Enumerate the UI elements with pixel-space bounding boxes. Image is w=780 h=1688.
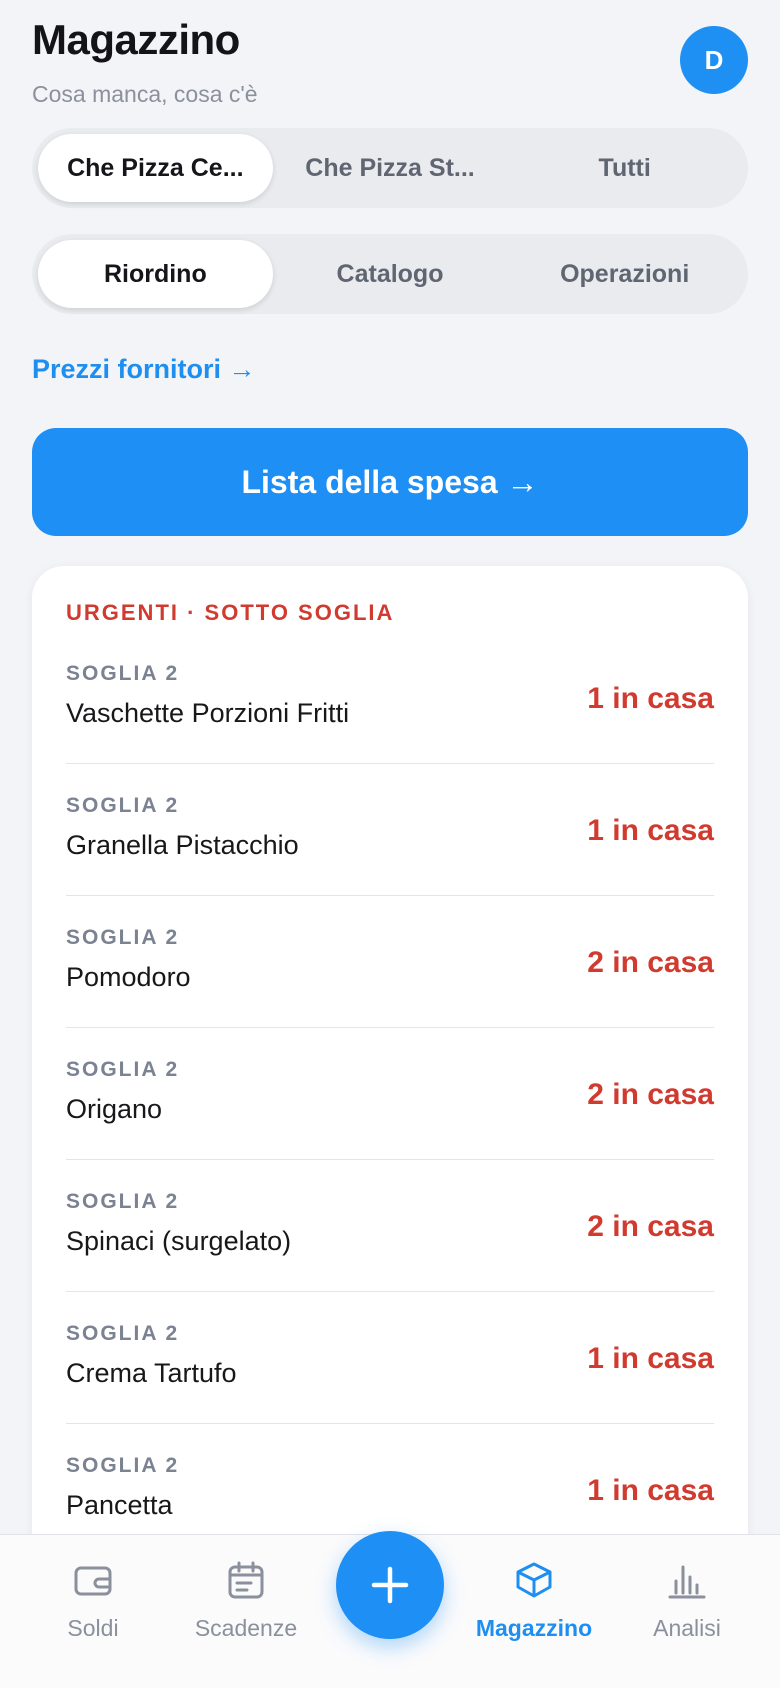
item-name: Crema Tartufo — [66, 1358, 237, 1388]
item-threshold: SOGLIA 2 — [66, 1190, 180, 1213]
tab-store-tutti[interactable]: Tutti — [507, 134, 742, 202]
shopping-list-button[interactable]: Lista della spesa → — [32, 428, 748, 536]
wallet-icon — [74, 1566, 112, 1596]
tab-store-che-pizza-st[interactable]: Che Pizza St... — [273, 134, 508, 202]
item-stock: 2 in casa — [587, 1078, 714, 1111]
store-selector: Che Pizza Ce... Che Pizza St... Tutti — [32, 128, 748, 208]
tab-scadenze[interactable]: Scadenze — [181, 1559, 311, 1642]
item-stock: 1 in casa — [587, 1342, 714, 1375]
urgent-heading: URGENTI · SOTTO SOGLIA — [66, 600, 395, 625]
calendar-icon — [228, 1561, 264, 1599]
item-name: Pomodoro — [66, 962, 191, 992]
item-name: Granella Pistacchio — [66, 830, 299, 860]
add-button[interactable] — [336, 1531, 444, 1639]
page-subtitle: Cosa manca, cosa c'è — [32, 81, 258, 107]
tab-analisi[interactable]: Analisi — [622, 1559, 752, 1642]
urgent-list: SOGLIA 2 Vaschette Porzioni Fritti 1 in … — [66, 632, 714, 1556]
item-threshold: SOGLIA 2 — [66, 794, 180, 817]
tab-magazzino[interactable]: Magazzino — [469, 1559, 599, 1642]
box-icon — [516, 1562, 552, 1598]
item-threshold: SOGLIA 2 — [66, 926, 180, 949]
list-item[interactable]: SOGLIA 2 Spinaci (surgelato) 2 in casa — [66, 1160, 714, 1292]
item-name: Spinaci (surgelato) — [66, 1226, 292, 1256]
list-item[interactable]: SOGLIA 2 Granella Pistacchio 1 in casa — [66, 764, 714, 896]
item-name: Origano — [66, 1094, 163, 1124]
item-threshold: SOGLIA 2 — [66, 1322, 180, 1345]
item-stock: 2 in casa — [587, 946, 714, 979]
list-item[interactable]: SOGLIA 2 Origano 2 in casa — [66, 1028, 714, 1160]
item-stock: 1 in casa — [587, 814, 714, 847]
tab-magazzino-label: Magazzino — [475, 1615, 593, 1641]
supplier-prices-link[interactable]: Prezzi fornitori → — [32, 354, 256, 385]
item-stock: 1 in casa — [587, 682, 714, 715]
tab-riordino[interactable]: Riordino — [38, 240, 273, 308]
item-stock: 2 in casa — [587, 1210, 714, 1243]
bar-chart-icon — [668, 1565, 706, 1599]
tab-store-che-pizza-ce[interactable]: Che Pizza Ce... — [38, 134, 273, 202]
item-stock: 1 in casa — [587, 1474, 714, 1507]
item-name: Vaschette Porzioni Fritti — [66, 698, 350, 728]
urgent-card: URGENTI · SOTTO SOGLIA SOGLIA 2 Vaschett… — [32, 566, 748, 1688]
header: Magazzino Cosa manca, cosa c'è D — [32, 14, 748, 114]
page-title: Magazzino — [32, 16, 240, 63]
tab-analisi-label: Analisi — [653, 1615, 721, 1641]
list-item[interactable]: SOGLIA 2 Crema Tartufo 1 in casa — [66, 1292, 714, 1424]
item-threshold: SOGLIA 2 — [66, 1058, 180, 1081]
magazzino-screen: Magazzino Cosa manca, cosa c'è D Che Piz… — [0, 0, 780, 1688]
plus-icon — [371, 1566, 409, 1604]
tab-operazioni[interactable]: Operazioni — [507, 240, 742, 308]
item-threshold: SOGLIA 2 — [66, 662, 180, 685]
list-item[interactable]: SOGLIA 2 Vaschette Porzioni Fritti 1 in … — [66, 632, 714, 764]
tab-scadenze-label: Scadenze — [194, 1615, 298, 1641]
tab-catalogo[interactable]: Catalogo — [273, 240, 508, 308]
list-item[interactable]: SOGLIA 2 Pomodoro 2 in casa — [66, 896, 714, 1028]
tab-soldi[interactable]: Soldi — [28, 1559, 158, 1642]
bottom-tab-bar: Soldi Scadenze Magazzino Analisi — [0, 1531, 780, 1688]
item-name: Pancetta — [66, 1490, 173, 1520]
item-threshold: SOGLIA 2 — [66, 1454, 180, 1477]
tab-soldi-label: Soldi — [67, 1615, 119, 1641]
avatar[interactable]: D — [680, 26, 748, 94]
section-selector: Riordino Catalogo Operazioni — [32, 234, 748, 314]
